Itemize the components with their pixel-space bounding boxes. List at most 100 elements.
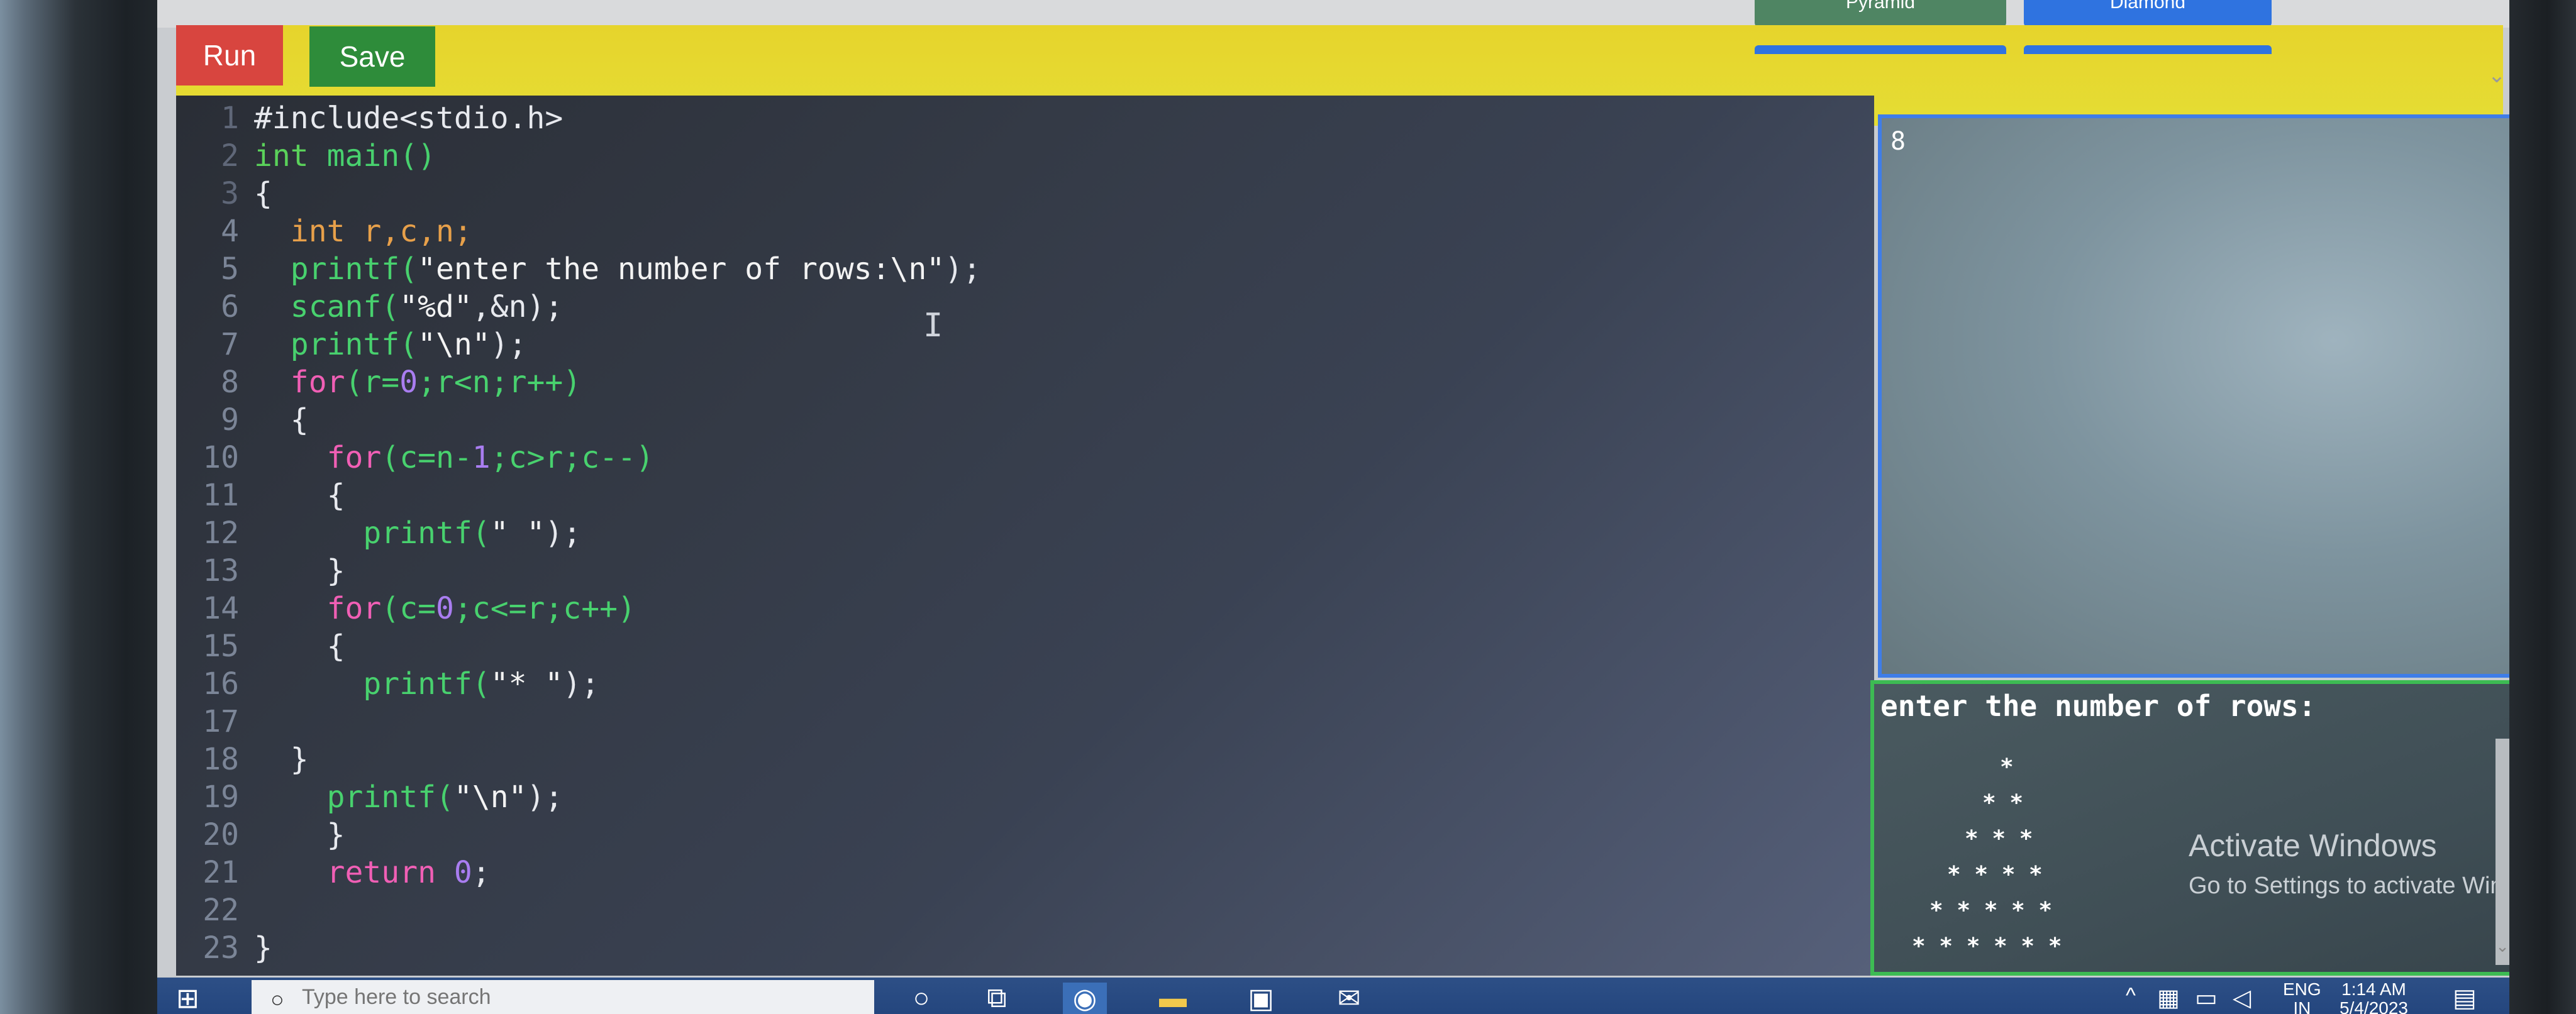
diamond-button-secondary[interactable] bbox=[2024, 45, 2272, 54]
language-code: ENG bbox=[2283, 979, 2321, 999]
code-line: 2 int main() bbox=[176, 137, 436, 175]
output-row: * * bbox=[1982, 790, 2024, 816]
code-token: (r= bbox=[345, 365, 400, 400]
code-token: ); bbox=[526, 780, 564, 815]
code-token: } bbox=[254, 930, 272, 966]
code-token: return bbox=[254, 855, 436, 890]
line-number: 11 bbox=[203, 478, 239, 513]
task-view-icon[interactable]: ⧉ bbox=[975, 983, 1019, 1014]
code-token: { bbox=[254, 478, 345, 513]
code-token: "* " bbox=[490, 666, 564, 702]
page-scrollbar[interactable] bbox=[2496, 739, 2509, 965]
line-number: 14 bbox=[203, 591, 239, 626]
code-line: 5 printf("enter the number of rows:\n"); bbox=[176, 250, 981, 288]
chevron-down-icon[interactable]: ⌄ bbox=[2484, 63, 2509, 88]
program-output-panel: enter the number of rows: * * * * * * * * *… bbox=[1870, 680, 2509, 976]
monitor-bezel-right bbox=[2509, 0, 2576, 1014]
run-button[interactable]: Run bbox=[176, 25, 283, 85]
code-token: ;c>r;c--) bbox=[490, 440, 654, 475]
notifications-icon[interactable]: ▤ bbox=[2453, 984, 2477, 1013]
file-explorer-icon[interactable]: ▬ bbox=[1151, 983, 1195, 1014]
pyramid-button-secondary[interactable] bbox=[1755, 45, 2006, 54]
scroll-down-chevron-icon[interactable]: ⌄ bbox=[2496, 937, 2509, 956]
code-line: 16 printf("* "); bbox=[176, 665, 599, 703]
code-line: 19 printf("\n"); bbox=[176, 778, 563, 816]
code-token: for bbox=[254, 365, 345, 400]
screen: Pyramid Diamond Run Save ⌄ 1 #include<std… bbox=[157, 0, 2509, 1014]
taskbar-search-input[interactable] bbox=[252, 980, 874, 1014]
search-icon: ○ bbox=[270, 986, 284, 1012]
diamond-button[interactable]: Diamond bbox=[2024, 0, 2272, 28]
code-token: for bbox=[254, 440, 382, 475]
line-number: 22 bbox=[203, 893, 239, 928]
pyramid-button[interactable]: Pyramid bbox=[1755, 0, 2006, 28]
line-number: 4 bbox=[221, 214, 239, 249]
line-number: 12 bbox=[203, 515, 239, 551]
mail-icon[interactable]: ✉ bbox=[1327, 983, 1371, 1014]
line-number: 19 bbox=[203, 780, 239, 815]
code-line: 4 int r,c,n; bbox=[176, 212, 472, 250]
code-token: ); bbox=[945, 251, 981, 287]
code-token: printf( bbox=[254, 780, 454, 815]
code-token: main() bbox=[308, 138, 436, 174]
line-number: 18 bbox=[203, 742, 239, 777]
line-number: 6 bbox=[221, 289, 239, 324]
line-number: 7 bbox=[221, 327, 239, 362]
code-line: 7 printf("\n"); bbox=[176, 326, 526, 363]
code-token: } bbox=[254, 742, 309, 777]
edge-browser-icon[interactable]: ◉ bbox=[1063, 983, 1107, 1014]
output-row: * * * * * bbox=[1929, 898, 2053, 923]
line-number: 20 bbox=[203, 817, 239, 852]
activate-windows-subtitle: Go to Settings to activate Windows. bbox=[2189, 873, 2509, 899]
code-token: } bbox=[254, 817, 345, 852]
code-token: r,c,n; bbox=[345, 214, 472, 249]
code-token: 0 bbox=[453, 855, 472, 890]
line-number: 15 bbox=[203, 629, 239, 664]
volume-muted-icon[interactable]: ◁ bbox=[2233, 984, 2251, 1012]
code-line: 10 for(c=n-1;c>r;c--) bbox=[176, 439, 654, 477]
output-row: * bbox=[2000, 754, 2014, 780]
clock-date: 5/4/2023 bbox=[2340, 998, 2408, 1014]
activate-windows-title: Activate Windows bbox=[2189, 828, 2437, 863]
save-button[interactable]: Save bbox=[309, 26, 435, 87]
code-token: ,&n); bbox=[472, 289, 564, 324]
text-cursor-icon: I bbox=[923, 307, 943, 344]
code-token: ;r<n;r++) bbox=[418, 365, 582, 400]
code-token: ); bbox=[563, 666, 600, 702]
code-line: 1 #include<stdio.h> bbox=[176, 99, 563, 137]
code-editor[interactable]: 1 #include<stdio.h> 2 int main() 3{4 int r,c… bbox=[176, 96, 1874, 976]
code-token: ); bbox=[490, 327, 527, 362]
pyramid-button-label: Pyramid bbox=[1845, 0, 1916, 13]
output-row: * * * * * * bbox=[1912, 934, 2062, 959]
line-number: 8 bbox=[221, 365, 239, 400]
code-token: printf( bbox=[254, 327, 418, 362]
code-line: 11 { bbox=[176, 477, 345, 514]
code-token: 1 bbox=[472, 440, 491, 475]
security-icon[interactable]: ▦ bbox=[2157, 984, 2180, 1012]
code-token: ;c<=r;c++) bbox=[453, 591, 636, 626]
line-number: 23 bbox=[203, 930, 239, 966]
line-number: 1 bbox=[221, 101, 239, 136]
code-token: printf( bbox=[254, 666, 491, 702]
code-line: 17 bbox=[176, 703, 254, 741]
code-token: "enter the number of rows:\n" bbox=[418, 251, 945, 287]
line-number: 9 bbox=[221, 402, 239, 438]
chevron-up-icon[interactable]: ^ bbox=[2126, 984, 2136, 1008]
code-token: 0 bbox=[436, 591, 454, 626]
windows-start-icon[interactable]: ⊞ bbox=[176, 983, 226, 1014]
code-line: 9 { bbox=[176, 401, 309, 439]
cortana-icon[interactable]: ○ bbox=[899, 983, 943, 1014]
output-prompt-text: enter the number of rows: bbox=[1880, 689, 2316, 723]
network-icon[interactable]: ▭ bbox=[2195, 984, 2218, 1012]
clock-time: 1:14 AM bbox=[2341, 979, 2406, 999]
clock[interactable]: 1:14 AM 5/4/2023 bbox=[2340, 980, 2408, 1014]
line-number: 21 bbox=[203, 855, 239, 890]
stdin-input-panel[interactable]: 8 bbox=[1878, 114, 2509, 678]
code-token: "\n" bbox=[453, 780, 527, 815]
store-icon[interactable]: ▣ bbox=[1239, 983, 1283, 1014]
code-line: 22 bbox=[176, 891, 254, 929]
code-line: 18 } bbox=[176, 741, 309, 778]
code-token: { bbox=[254, 629, 345, 664]
language-indicator[interactable]: ENG IN bbox=[2283, 980, 2321, 1014]
